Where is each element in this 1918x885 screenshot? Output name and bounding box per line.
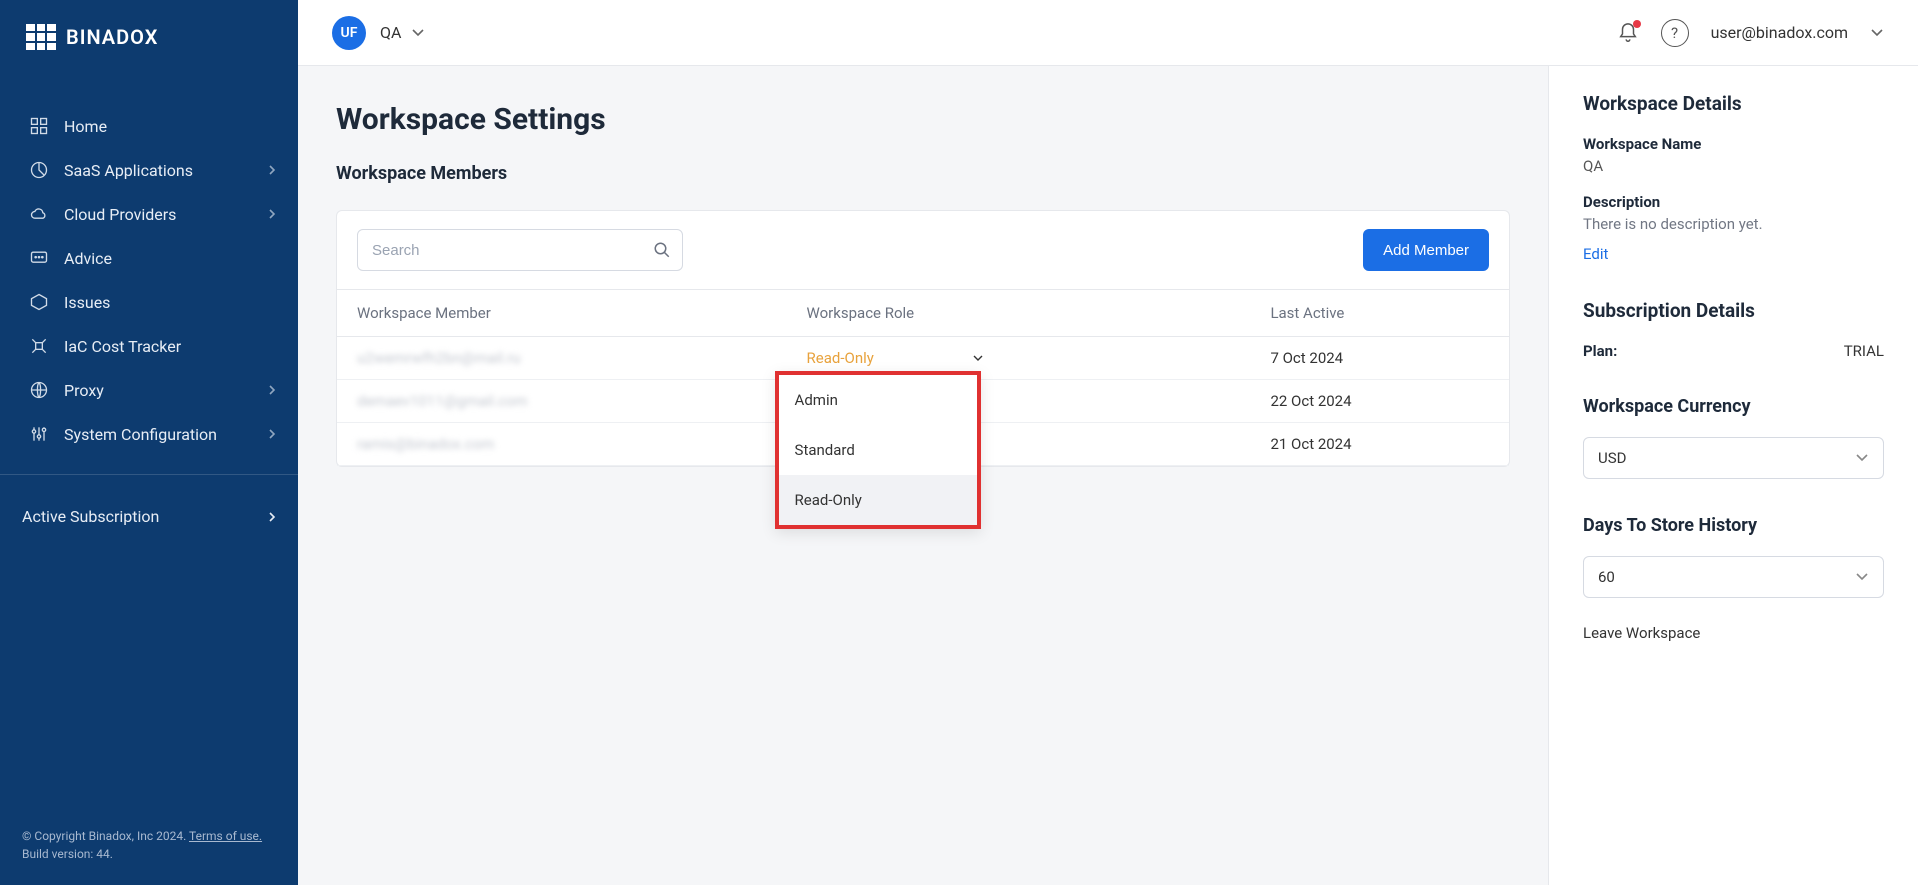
ws-name-label: Workspace Name bbox=[1583, 135, 1884, 153]
notification-dot bbox=[1633, 20, 1641, 28]
edit-link[interactable]: Edit bbox=[1583, 245, 1608, 263]
brand-name: BINADOX bbox=[66, 25, 158, 49]
cloud-icon bbox=[28, 203, 50, 225]
last-active: 21 Oct 2024 bbox=[1250, 423, 1509, 466]
sidebar-item-sysconfig[interactable]: System Configuration bbox=[0, 412, 298, 456]
active-subscription-label: Active Subscription bbox=[22, 507, 159, 526]
advice-icon bbox=[28, 247, 50, 269]
members-table: Workspace Member Workspace Role Last Act… bbox=[337, 289, 1509, 466]
ws-name-value: QA bbox=[1583, 157, 1884, 175]
logo[interactable]: BINADOX bbox=[0, 0, 298, 74]
plan-value: TRIAL bbox=[1844, 342, 1884, 360]
pie-icon bbox=[28, 159, 50, 181]
add-member-button[interactable]: Add Member bbox=[1363, 229, 1489, 271]
sidebar-item-label: Proxy bbox=[64, 381, 104, 400]
home-icon bbox=[28, 115, 50, 137]
search-input[interactable] bbox=[357, 229, 683, 271]
col-role: Workspace Role bbox=[787, 290, 1251, 337]
last-active: 22 Oct 2024 bbox=[1250, 380, 1509, 423]
user-menu[interactable]: user@binadox.com bbox=[1711, 23, 1848, 42]
workspace-avatar[interactable]: UF bbox=[332, 16, 366, 50]
chevron-down-icon[interactable] bbox=[411, 28, 425, 38]
history-heading: Days To Store History bbox=[1583, 515, 1884, 536]
details-heading: Workspace Details bbox=[1583, 92, 1884, 115]
details-panel: Workspace Details Workspace Name QA Desc… bbox=[1548, 66, 1918, 885]
content: Workspace Settings Workspace Members Add… bbox=[298, 66, 1548, 885]
last-active: 7 Oct 2024 bbox=[1250, 337, 1509, 380]
page-title: Workspace Settings bbox=[336, 102, 1510, 137]
chevron-right-icon bbox=[268, 208, 276, 220]
currency-value: USD bbox=[1598, 449, 1626, 467]
history-select[interactable]: 60 bbox=[1583, 556, 1884, 598]
col-member: Workspace Member bbox=[337, 290, 787, 337]
sidebar-item-label: Advice bbox=[64, 249, 112, 268]
members-card: Add Member Workspace Member Workspace Ro… bbox=[336, 210, 1510, 467]
sidebar-item-advice[interactable]: Advice bbox=[0, 236, 298, 280]
terms-link[interactable]: Terms of use. bbox=[189, 829, 262, 843]
role-selector[interactable]: Read-Only bbox=[807, 349, 984, 367]
role-dropdown: Admin Standard Read-Only bbox=[775, 371, 981, 529]
col-last-active: Last Active bbox=[1250, 290, 1509, 337]
sidebar-item-proxy[interactable]: Proxy bbox=[0, 368, 298, 412]
leave-workspace[interactable]: Leave Workspace bbox=[1583, 624, 1884, 642]
ws-desc-value: There is no description yet. bbox=[1583, 215, 1884, 233]
logo-icon bbox=[26, 24, 56, 50]
chevron-down-icon bbox=[1855, 453, 1869, 463]
globe-icon bbox=[28, 379, 50, 401]
sidebar-item-label: Issues bbox=[64, 293, 110, 312]
member-email: u2wemrwfh2bn@mail.ru bbox=[357, 349, 521, 367]
ws-desc-label: Description bbox=[1583, 193, 1884, 211]
sidebar-item-active-subscription[interactable]: Active Subscription bbox=[0, 493, 298, 540]
sidebar-item-iac[interactable]: IaC Cost Tracker bbox=[0, 324, 298, 368]
search-box bbox=[357, 229, 683, 271]
role-value: Read-Only bbox=[807, 349, 874, 367]
chevron-down-icon[interactable] bbox=[1870, 28, 1884, 38]
members-heading: Workspace Members bbox=[336, 163, 1510, 184]
chevron-right-icon bbox=[268, 511, 276, 523]
copyright: © Copyright Binadox, Inc 2024. bbox=[22, 829, 186, 843]
build-version: Build version: 44. bbox=[22, 847, 113, 861]
main: UF QA ? user@binadox.com W bbox=[298, 0, 1918, 885]
currency-select[interactable]: USD bbox=[1583, 437, 1884, 479]
role-option-readonly[interactable]: Read-Only bbox=[779, 475, 977, 525]
chevron-right-icon bbox=[268, 384, 276, 396]
notifications-button[interactable] bbox=[1617, 22, 1639, 44]
chevron-right-icon bbox=[268, 428, 276, 440]
divider bbox=[0, 474, 298, 475]
role-option-admin[interactable]: Admin bbox=[779, 375, 977, 425]
sidebar-item-issues[interactable]: Issues bbox=[0, 280, 298, 324]
plan-label: Plan: bbox=[1583, 342, 1617, 360]
sidebar-footer: © Copyright Binadox, Inc 2024. Terms of … bbox=[0, 827, 298, 885]
currency-heading: Workspace Currency bbox=[1583, 396, 1884, 417]
sidebar-item-cloud[interactable]: Cloud Providers bbox=[0, 192, 298, 236]
sliders-icon bbox=[28, 423, 50, 445]
subscription-heading: Subscription Details bbox=[1583, 299, 1884, 322]
search-icon bbox=[653, 241, 671, 259]
sidebar-item-label: SaaS Applications bbox=[64, 161, 193, 180]
chevron-down-icon bbox=[1855, 572, 1869, 582]
sidebar-item-home[interactable]: Home bbox=[0, 104, 298, 148]
table-row: u2wemrwfh2bn@mail.ru Read-Only Admin Sta… bbox=[337, 337, 1509, 380]
help-button[interactable]: ? bbox=[1661, 19, 1689, 47]
nav: Home SaaS Applications Cloud Providers bbox=[0, 104, 298, 456]
topbar: UF QA ? user@binadox.com bbox=[298, 0, 1918, 66]
chevron-right-icon bbox=[268, 164, 276, 176]
issues-icon bbox=[28, 291, 50, 313]
sidebar-item-saas[interactable]: SaaS Applications bbox=[0, 148, 298, 192]
workspace-selector-name[interactable]: QA bbox=[380, 23, 401, 42]
role-option-standard[interactable]: Standard bbox=[779, 425, 977, 475]
sidebar-item-label: Cloud Providers bbox=[64, 205, 176, 224]
history-value: 60 bbox=[1598, 568, 1615, 586]
sidebar-item-label: Home bbox=[64, 117, 107, 136]
user-email-text: user@binadox.com bbox=[1711, 23, 1848, 42]
sidebar-item-label: System Configuration bbox=[64, 425, 217, 444]
sidebar: BINADOX Home SaaS Applications bbox=[0, 0, 298, 885]
iac-icon bbox=[28, 335, 50, 357]
member-email: ramis@binadox.com bbox=[357, 435, 494, 453]
sidebar-item-label: IaC Cost Tracker bbox=[64, 337, 181, 356]
member-email: demaev1011@gmail.com bbox=[357, 392, 528, 410]
